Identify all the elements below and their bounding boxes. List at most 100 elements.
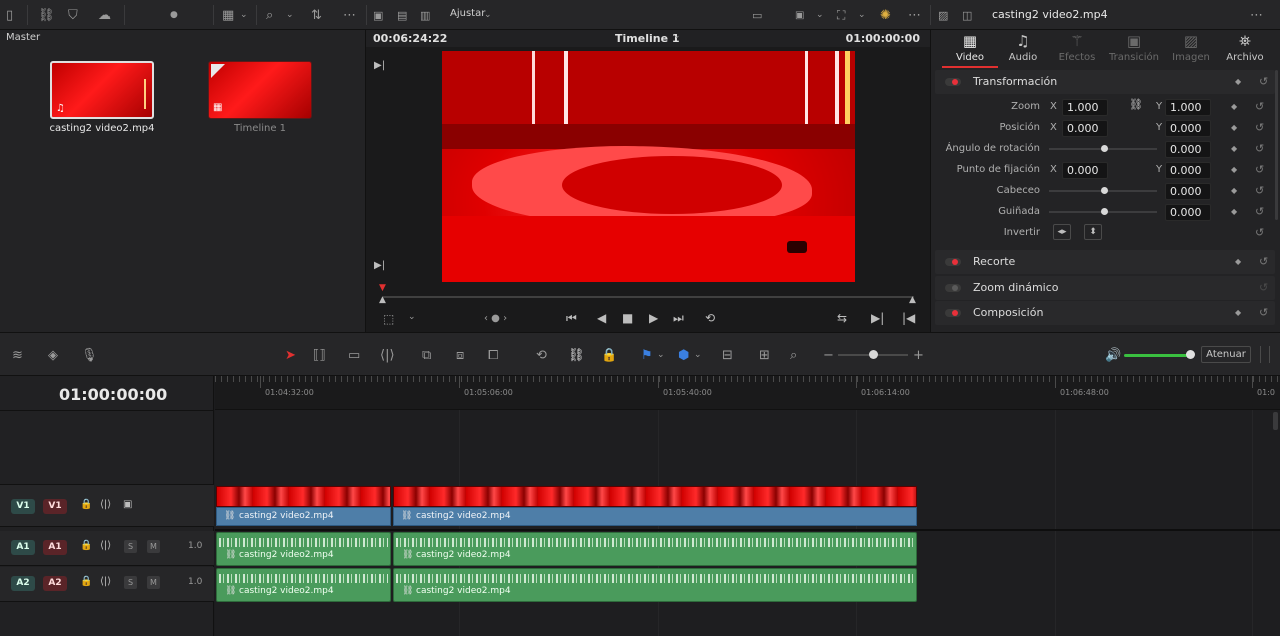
tab-effects[interactable]: ⚚ Efectos	[1049, 32, 1105, 63]
chevron-down-icon[interactable]: ⌄	[816, 6, 824, 24]
reset-icon[interactable]: ↺	[1255, 205, 1264, 218]
chevron-down-icon[interactable]: ⌄	[673, 31, 681, 41]
yaw-field[interactable]: 0.000	[1165, 204, 1211, 221]
safe-area-icon[interactable]: ▭	[752, 6, 762, 24]
viewer-scrubber[interactable]	[383, 296, 914, 298]
audio-meter-icon[interactable]	[1260, 346, 1270, 363]
zoom-custom-icon[interactable]: ⌕	[790, 346, 797, 364]
first-frame-icon[interactable]: ⏮	[566, 311, 577, 326]
reset-icon[interactable]: ↺	[1255, 121, 1264, 134]
transform-overlay-icon[interactable]: ⛶	[837, 6, 845, 24]
clip-thumbnail-video[interactable]: ♫	[50, 61, 154, 119]
overwrite-clip-icon[interactable]: ⧈	[456, 346, 464, 364]
anchor-y-field[interactable]: 0.000	[1165, 162, 1211, 179]
audio-clip[interactable]: ⛓ casting2 video2.mp4	[393, 568, 917, 602]
keyframe-icon[interactable]: ◆	[1235, 308, 1241, 317]
selection-tool-icon[interactable]: ➤	[285, 346, 296, 364]
audio-clip[interactable]: ⛓ casting2 video2.mp4	[216, 532, 391, 566]
view-fit-dropdown[interactable]: Ajustar	[450, 8, 485, 19]
reset-icon[interactable]: ↺	[1255, 100, 1264, 113]
track-dest-v1[interactable]: V1	[43, 499, 67, 514]
dynamic-trim-icon[interactable]: ▭	[348, 346, 360, 364]
chevron-down-icon[interactable]: ⌄	[694, 346, 702, 364]
audio-clip[interactable]: ⛓ casting2 video2.mp4	[393, 532, 917, 566]
reset-icon[interactable]: ↺	[1255, 226, 1264, 239]
zoom-x-field[interactable]: 1.000	[1062, 99, 1108, 116]
enable-toggle[interactable]	[945, 284, 961, 292]
keyframe-icon[interactable]: ◆	[1231, 207, 1237, 216]
loop-icon[interactable]: ⟲	[705, 311, 715, 325]
pitch-field[interactable]: 0.000	[1165, 183, 1211, 200]
flag-icon[interactable]: ⚑	[641, 346, 653, 364]
section-dynamic-zoom[interactable]: Zoom dinámico ↺	[935, 276, 1275, 300]
clip-name-timeline[interactable]: Timeline 1	[195, 123, 325, 134]
video-frame[interactable]	[442, 51, 855, 282]
link-icon[interactable]: ⛓	[1129, 98, 1143, 111]
timeline-scrollbar[interactable]	[1273, 412, 1278, 430]
flip-horizontal-icon[interactable]: ◂▸	[1053, 224, 1071, 240]
track-source-a1[interactable]: A1	[11, 540, 35, 555]
section-crop[interactable]: Recorte ◆ ↺	[935, 250, 1275, 274]
stop-icon[interactable]: ■	[622, 311, 633, 325]
auto-select-icon[interactable]: ⟨|⟩	[100, 576, 111, 587]
match-frame-icon[interactable]: ⇆	[837, 311, 847, 325]
out-point-marker[interactable]: ▲	[909, 295, 916, 305]
jog-wheel-icon[interactable]: ‹ ● ›	[484, 313, 507, 324]
more-options-icon[interactable]: ⋯	[343, 6, 356, 24]
audio-clip[interactable]: ⛓ casting2 video2.mp4	[216, 568, 391, 602]
snapping-icon[interactable]: ⟲	[536, 346, 547, 364]
flip-vertical-icon[interactable]: ⬍	[1084, 224, 1102, 240]
keyframe-icon[interactable]: ◆	[1231, 186, 1237, 195]
rotation-slider-knob[interactable]	[1101, 145, 1108, 152]
lock-icon[interactable]: 🔒	[80, 499, 92, 510]
replace-clip-icon[interactable]: ⧠	[488, 346, 498, 364]
position-x-field[interactable]: 0.000	[1062, 120, 1108, 137]
rotation-field[interactable]: 0.000	[1165, 141, 1211, 158]
chevron-down-icon[interactable]: ⌄	[484, 6, 492, 24]
in-point-marker[interactable]: ▲	[379, 295, 386, 305]
inspector-mode-icon[interactable]: ▨	[938, 6, 948, 24]
last-frame-icon[interactable]: ⏭	[673, 311, 684, 326]
zoom-full-icon[interactable]: ⊟	[722, 346, 733, 364]
mute-button-a1[interactable]: M	[147, 540, 160, 553]
lock-icon[interactable]: 🔒	[80, 576, 92, 587]
crop-overlay-icon[interactable]: ⬚	[383, 312, 394, 326]
clip-name-video[interactable]: casting2 video2.mp4	[37, 123, 167, 134]
chevron-down-icon[interactable]: ⌄	[858, 6, 866, 24]
clip-thumbnail-timeline[interactable]: ▦	[208, 61, 312, 119]
chevron-down-icon[interactable]: ⌄	[240, 6, 248, 24]
track-source-v1[interactable]: V1	[11, 499, 35, 514]
insert-clip-icon[interactable]: ⧉	[422, 346, 431, 364]
cinema-viewer-icon[interactable]: ▥	[420, 6, 430, 24]
marker-icon[interactable]: ⬢	[678, 346, 689, 364]
reset-icon[interactable]: ↺	[1259, 306, 1268, 319]
more-options-icon[interactable]: ⋯	[908, 6, 921, 24]
auto-select-icon[interactable]: ⟨|⟩	[100, 540, 111, 551]
volume-knob[interactable]	[1186, 350, 1195, 359]
linked-selection-icon[interactable]: ⛓	[568, 346, 585, 364]
dim-button[interactable]: Atenuar	[1201, 346, 1251, 363]
tag-icon[interactable]: ⛉	[68, 6, 78, 24]
tab-image[interactable]: ▨ Imagen	[1163, 32, 1219, 63]
pitch-slider-knob[interactable]	[1101, 187, 1108, 194]
cloud-icon[interactable]: ☁	[98, 6, 111, 24]
chevron-down-icon[interactable]: ⌄	[657, 346, 665, 364]
solo-button-a2[interactable]: S	[124, 576, 137, 589]
tab-audio[interactable]: ♫ Audio	[995, 32, 1051, 63]
solo-button-a1[interactable]: S	[124, 540, 137, 553]
timeline-tracks[interactable]: 01:04:32:00 01:05:06:00 01:05:40:00 01:0…	[215, 376, 1280, 636]
previous-edit-icon[interactable]: |◀	[902, 311, 915, 325]
trim-tool-icon[interactable]: ⟦⟧	[313, 346, 326, 364]
zoom-y-field[interactable]: 1.000	[1165, 99, 1211, 116]
track-dest-a2[interactable]: A2	[43, 576, 67, 591]
zoom-in-icon[interactable]: +	[913, 346, 924, 364]
keyframe-icon[interactable]: ◆	[1231, 165, 1237, 174]
keyframe-icon[interactable]: ◆	[1235, 77, 1241, 86]
reset-icon[interactable]: ↺	[1255, 163, 1264, 176]
zoom-out-icon[interactable]: −	[823, 346, 834, 364]
play-reverse-icon[interactable]: ◀	[597, 311, 606, 325]
chevron-down-icon[interactable]: ⌄	[408, 312, 416, 322]
section-composite[interactable]: Composición ◆ ↺	[935, 301, 1275, 325]
reset-icon[interactable]: ↺	[1259, 75, 1268, 88]
next-edit-icon[interactable]: ▶|	[871, 311, 884, 325]
